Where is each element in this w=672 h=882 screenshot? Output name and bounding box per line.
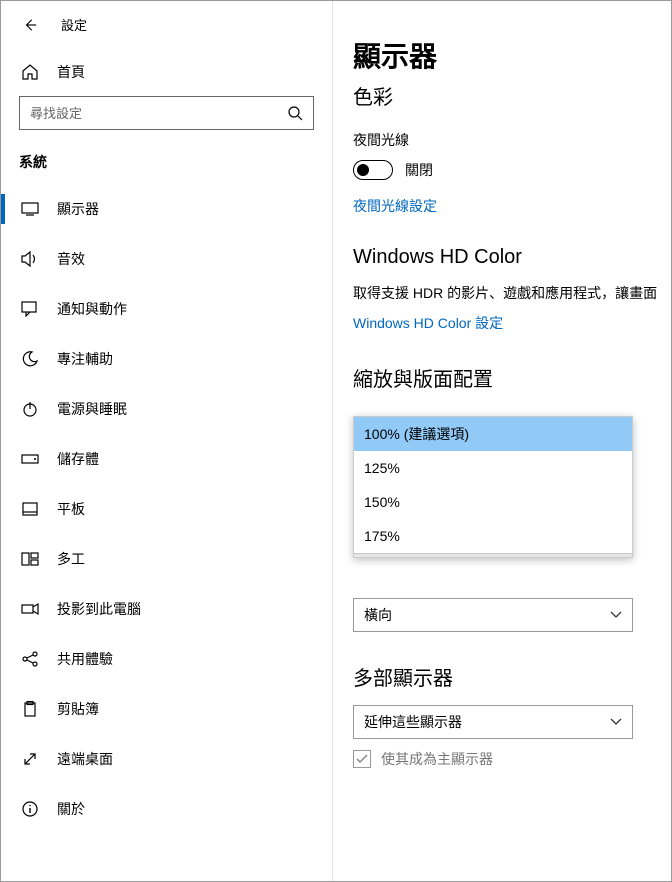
power-icon (21, 401, 39, 417)
nav-label: 共用體驗 (57, 649, 113, 669)
nav-label: 專注輔助 (57, 349, 113, 369)
home-label: 首頁 (57, 62, 85, 82)
nav-item-share[interactable]: 共用體驗 (1, 634, 332, 684)
project-icon (21, 602, 39, 616)
scale-heading: 縮放與版面配置 (353, 363, 671, 392)
storage-icon (21, 454, 39, 464)
scale-option-175[interactable]: 175% (354, 519, 632, 553)
nav-label: 通知與動作 (57, 299, 127, 319)
orientation-value: 橫向 (364, 605, 392, 625)
nav-label: 剪貼簿 (57, 699, 99, 719)
home-icon (21, 63, 39, 81)
nav-item-display[interactable]: 顯示器 (1, 184, 332, 234)
clipboard-icon (21, 701, 39, 717)
monitor-icon (21, 202, 39, 216)
multimon-heading: 多部顯示器 (353, 662, 671, 691)
nav-item-about[interactable]: 關於 (1, 784, 332, 834)
nav-item-storage[interactable]: 儲存體 (1, 434, 332, 484)
search-icon (287, 105, 303, 121)
nav-item-sound[interactable]: 音效 (1, 234, 332, 284)
primary-display-label: 使其成為主顯示器 (381, 749, 493, 769)
notification-icon (21, 301, 39, 317)
nav-label: 儲存體 (57, 449, 99, 469)
nav-item-focus[interactable]: 專注輔助 (1, 334, 332, 384)
nav-item-multitask[interactable]: 多工 (1, 534, 332, 584)
nav-item-tablet[interactable]: 平板 (1, 484, 332, 534)
orientation-dropdown[interactable]: 橫向 (353, 598, 633, 632)
primary-display-checkbox-row[interactable]: 使其成為主顯示器 (353, 749, 671, 769)
chevron-down-icon (610, 718, 622, 726)
hdcolor-heading: Windows HD Color (353, 246, 671, 269)
nav-label: 遠端桌面 (57, 749, 113, 769)
sidebar: 設定 首頁 系統 顯示器 音效 通 (1, 1, 333, 881)
nav-label: 音效 (57, 249, 85, 269)
remote-icon (21, 751, 39, 767)
multimon-value: 延伸這些顯示器 (364, 712, 462, 732)
hdcolor-desc: 取得支援 HDR 的影片、遊戲和應用程式，讓畫面 (353, 283, 671, 303)
nightlight-settings-link[interactable]: 夜間光線設定 (353, 196, 671, 216)
nightlight-label: 夜間光線 (353, 130, 671, 150)
content-pane: 顯示器 色彩 夜間光線 關閉 夜間光線設定 Windows HD Color 取… (333, 1, 671, 881)
nav-item-power[interactable]: 電源與睡眠 (1, 384, 332, 434)
sidebar-nav: 顯示器 音效 通知與動作 專注輔助 電源與睡眠 儲存體 (1, 184, 332, 834)
color-heading: 色彩 (353, 81, 671, 110)
checkbox-icon (353, 750, 371, 768)
window-title: 設定 (61, 15, 87, 34)
nav-item-notifications[interactable]: 通知與動作 (1, 284, 332, 334)
hdcolor-link[interactable]: Windows HD Color 設定 (353, 313, 671, 333)
page-title: 顯示器 (353, 35, 671, 75)
share-icon (21, 651, 39, 667)
back-button[interactable] (23, 18, 37, 32)
arrow-left-icon (23, 17, 37, 33)
sidebar-home[interactable]: 首頁 (1, 52, 332, 96)
nav-label: 平板 (57, 499, 85, 519)
dropdown-bottom-edge (354, 553, 632, 557)
speaker-icon (21, 251, 39, 267)
nav-label: 關於 (57, 799, 85, 819)
nav-label: 電源與睡眠 (57, 399, 127, 419)
scale-dropdown-open[interactable]: 100% (建議選項) 125% 150% 175% (353, 416, 633, 558)
nav-item-remote[interactable]: 遠端桌面 (1, 734, 332, 784)
nav-label: 顯示器 (57, 199, 99, 219)
nav-label: 投影到此電腦 (57, 599, 141, 619)
scale-option-125[interactable]: 125% (354, 451, 632, 485)
nightlight-state: 關閉 (405, 160, 433, 180)
moon-icon (21, 351, 39, 367)
search-box[interactable] (19, 96, 314, 130)
nav-label: 多工 (57, 549, 85, 569)
scale-option-150[interactable]: 150% (354, 485, 632, 519)
search-input[interactable] (30, 106, 303, 121)
nav-item-project[interactable]: 投影到此電腦 (1, 584, 332, 634)
scale-option-100[interactable]: 100% (建議選項) (354, 417, 632, 451)
tablet-icon (21, 502, 39, 516)
multimon-dropdown[interactable]: 延伸這些顯示器 (353, 705, 633, 739)
info-icon (21, 801, 39, 817)
sidebar-section-label: 系統 (1, 148, 332, 184)
chevron-down-icon (610, 611, 622, 619)
nav-item-clipboard[interactable]: 剪貼簿 (1, 684, 332, 734)
multitask-icon (21, 552, 39, 566)
nightlight-toggle[interactable] (353, 160, 393, 180)
